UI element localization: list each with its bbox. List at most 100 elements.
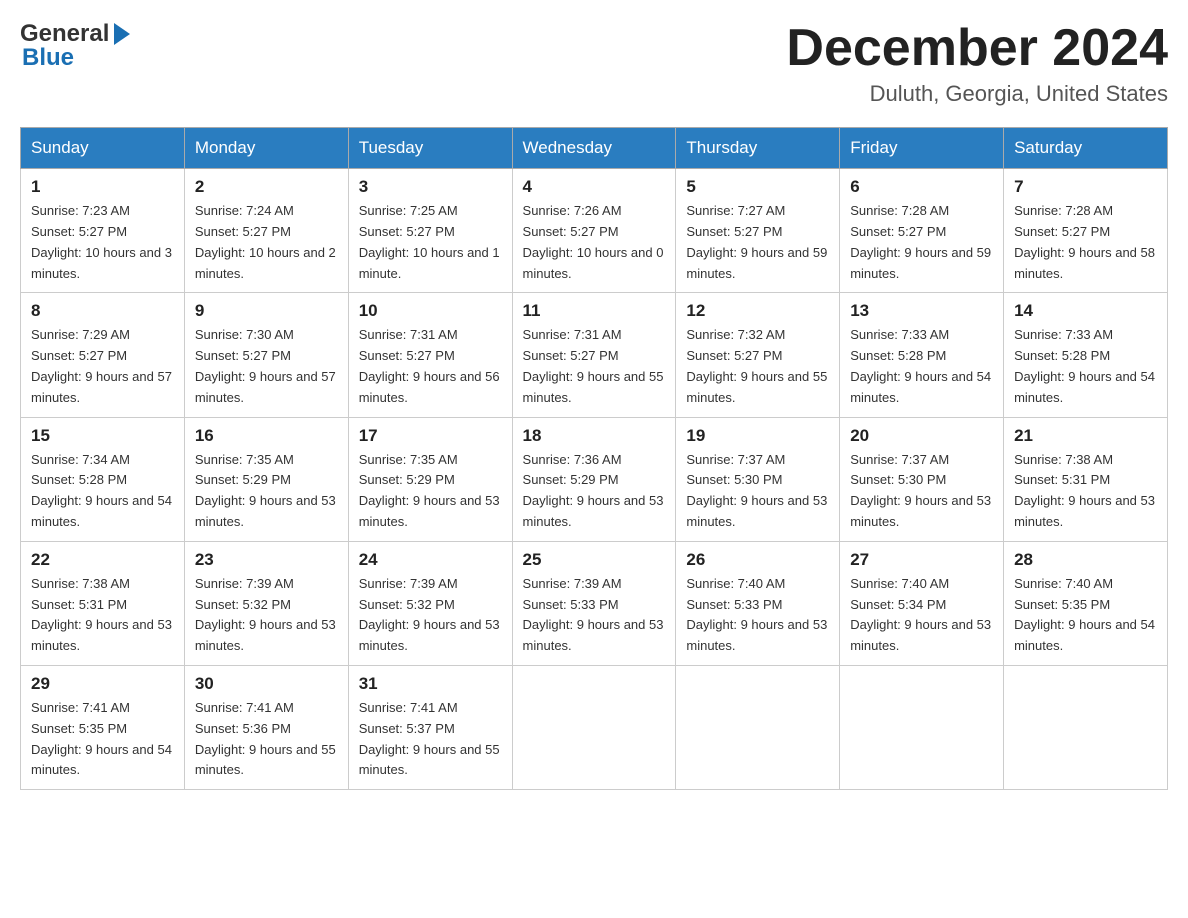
logo-triangle-icon: [114, 23, 130, 45]
day-info: Sunrise: 7:34 AMSunset: 5:28 PMDaylight:…: [31, 450, 174, 533]
day-number: 6: [850, 177, 993, 197]
week-row-5: 29 Sunrise: 7:41 AMSunset: 5:35 PMDayligh…: [21, 665, 1168, 789]
calendar-cell: 8 Sunrise: 7:29 AMSunset: 5:27 PMDaylight…: [21, 293, 185, 417]
calendar-cell: 7Sunrise: 7:28 AMSunset: 5:27 PMDaylight…: [1004, 169, 1168, 293]
day-number: 13: [850, 301, 993, 321]
day-info: Sunrise: 7:39 AMSunset: 5:32 PMDaylight:…: [195, 574, 338, 657]
day-info: Sunrise: 7:33 AMSunset: 5:28 PMDaylight:…: [850, 325, 993, 408]
calendar-cell: 19 Sunrise: 7:37 AMSunset: 5:30 PMDayligh…: [676, 417, 840, 541]
calendar-cell: 10Sunrise: 7:31 AMSunset: 5:27 PMDayligh…: [348, 293, 512, 417]
calendar-cell: 11 Sunrise: 7:31 AMSunset: 5:27 PMDayligh…: [512, 293, 676, 417]
day-number: 17: [359, 426, 502, 446]
calendar-cell: 23 Sunrise: 7:39 AMSunset: 5:32 PMDayligh…: [184, 541, 348, 665]
week-row-4: 22Sunrise: 7:38 AMSunset: 5:31 PMDayligh…: [21, 541, 1168, 665]
day-info: Sunrise: 7:23 AMSunset: 5:27 PMDaylight:…: [31, 201, 174, 284]
calendar-cell: [1004, 665, 1168, 789]
calendar-cell: 6Sunrise: 7:28 AMSunset: 5:27 PMDaylight…: [840, 169, 1004, 293]
calendar-cell: 15 Sunrise: 7:34 AMSunset: 5:28 PMDayligh…: [21, 417, 185, 541]
day-number: 10: [359, 301, 502, 321]
calendar-cell: 18 Sunrise: 7:36 AMSunset: 5:29 PMDayligh…: [512, 417, 676, 541]
day-info: Sunrise: 7:25 AMSunset: 5:27 PMDaylight:…: [359, 201, 502, 284]
calendar-cell: 5 Sunrise: 7:27 AMSunset: 5:27 PMDaylight…: [676, 169, 840, 293]
day-number: 12: [686, 301, 829, 321]
weekday-header-friday: Friday: [840, 128, 1004, 169]
calendar-cell: 1 Sunrise: 7:23 AMSunset: 5:27 PMDaylight…: [21, 169, 185, 293]
day-number: 1: [31, 177, 174, 197]
weekday-header-tuesday: Tuesday: [348, 128, 512, 169]
day-info: Sunrise: 7:36 AMSunset: 5:29 PMDaylight:…: [523, 450, 666, 533]
calendar-cell: 22Sunrise: 7:38 AMSunset: 5:31 PMDayligh…: [21, 541, 185, 665]
day-number: 11: [523, 301, 666, 321]
calendar-cell: 28Sunrise: 7:40 AMSunset: 5:35 PMDayligh…: [1004, 541, 1168, 665]
day-number: 29: [31, 674, 174, 694]
title-section: December 2024 Duluth, Georgia, United St…: [786, 20, 1168, 107]
weekday-header-monday: Monday: [184, 128, 348, 169]
day-info: Sunrise: 7:33 AMSunset: 5:28 PMDaylight:…: [1014, 325, 1157, 408]
calendar-cell: 20Sunrise: 7:37 AMSunset: 5:30 PMDayligh…: [840, 417, 1004, 541]
day-number: 28: [1014, 550, 1157, 570]
location-text: Duluth, Georgia, United States: [786, 81, 1168, 107]
day-number: 23: [195, 550, 338, 570]
day-info: Sunrise: 7:41 AMSunset: 5:37 PMDaylight:…: [359, 698, 502, 781]
calendar-cell: 9 Sunrise: 7:30 AMSunset: 5:27 PMDaylight…: [184, 293, 348, 417]
calendar-cell: 25Sunrise: 7:39 AMSunset: 5:33 PMDayligh…: [512, 541, 676, 665]
weekday-header-row: SundayMondayTuesdayWednesdayThursdayFrid…: [21, 128, 1168, 169]
day-number: 21: [1014, 426, 1157, 446]
day-info: Sunrise: 7:31 AMSunset: 5:27 PMDaylight:…: [523, 325, 666, 408]
day-info: Sunrise: 7:27 AMSunset: 5:27 PMDaylight:…: [686, 201, 829, 284]
month-title: December 2024: [786, 20, 1168, 77]
weekday-header-thursday: Thursday: [676, 128, 840, 169]
calendar-cell: 13 Sunrise: 7:33 AMSunset: 5:28 PMDayligh…: [840, 293, 1004, 417]
weekday-header-saturday: Saturday: [1004, 128, 1168, 169]
weekday-header-wednesday: Wednesday: [512, 128, 676, 169]
calendar-cell: 31 Sunrise: 7:41 AMSunset: 5:37 PMDayligh…: [348, 665, 512, 789]
day-info: Sunrise: 7:26 AMSunset: 5:27 PMDaylight:…: [523, 201, 666, 284]
day-info: Sunrise: 7:37 AMSunset: 5:30 PMDaylight:…: [850, 450, 993, 533]
day-info: Sunrise: 7:40 AMSunset: 5:34 PMDaylight:…: [850, 574, 993, 657]
day-number: 25: [523, 550, 666, 570]
day-info: Sunrise: 7:41 AMSunset: 5:36 PMDaylight:…: [195, 698, 338, 781]
day-info: Sunrise: 7:24 AMSunset: 5:27 PMDaylight:…: [195, 201, 338, 284]
week-row-2: 8 Sunrise: 7:29 AMSunset: 5:27 PMDaylight…: [21, 293, 1168, 417]
calendar-cell: 17Sunrise: 7:35 AMSunset: 5:29 PMDayligh…: [348, 417, 512, 541]
calendar-cell: [676, 665, 840, 789]
calendar-cell: 16Sunrise: 7:35 AMSunset: 5:29 PMDayligh…: [184, 417, 348, 541]
day-info: Sunrise: 7:39 AMSunset: 5:32 PMDaylight:…: [359, 574, 502, 657]
day-number: 22: [31, 550, 174, 570]
day-number: 3: [359, 177, 502, 197]
calendar-cell: [512, 665, 676, 789]
calendar-cell: 3 Sunrise: 7:25 AMSunset: 5:27 PMDaylight…: [348, 169, 512, 293]
calendar-cell: 26 Sunrise: 7:40 AMSunset: 5:33 PMDayligh…: [676, 541, 840, 665]
calendar-cell: 4Sunrise: 7:26 AMSunset: 5:27 PMDaylight…: [512, 169, 676, 293]
day-number: 16: [195, 426, 338, 446]
day-info: Sunrise: 7:37 AMSunset: 5:30 PMDaylight:…: [686, 450, 829, 533]
calendar-cell: 27 Sunrise: 7:40 AMSunset: 5:34 PMDayligh…: [840, 541, 1004, 665]
day-number: 5: [686, 177, 829, 197]
week-row-1: 1 Sunrise: 7:23 AMSunset: 5:27 PMDaylight…: [21, 169, 1168, 293]
day-number: 18: [523, 426, 666, 446]
day-number: 9: [195, 301, 338, 321]
day-number: 15: [31, 426, 174, 446]
day-number: 26: [686, 550, 829, 570]
day-info: Sunrise: 7:40 AMSunset: 5:33 PMDaylight:…: [686, 574, 829, 657]
day-number: 27: [850, 550, 993, 570]
day-number: 14: [1014, 301, 1157, 321]
calendar-cell: 30Sunrise: 7:41 AMSunset: 5:36 PMDayligh…: [184, 665, 348, 789]
day-number: 7: [1014, 177, 1157, 197]
day-number: 31: [359, 674, 502, 694]
logo-blue-text: Blue: [20, 44, 130, 72]
calendar-table: SundayMondayTuesdayWednesdayThursdayFrid…: [20, 127, 1168, 790]
calendar-cell: [840, 665, 1004, 789]
day-info: Sunrise: 7:32 AMSunset: 5:27 PMDaylight:…: [686, 325, 829, 408]
day-number: 24: [359, 550, 502, 570]
day-info: Sunrise: 7:38 AMSunset: 5:31 PMDaylight:…: [1014, 450, 1157, 533]
day-number: 8: [31, 301, 174, 321]
weekday-header-sunday: Sunday: [21, 128, 185, 169]
page-header: General Blue December 2024 Duluth, Georg…: [20, 20, 1168, 107]
day-number: 19: [686, 426, 829, 446]
day-info: Sunrise: 7:41 AMSunset: 5:35 PMDaylight:…: [31, 698, 174, 781]
day-info: Sunrise: 7:29 AMSunset: 5:27 PMDaylight:…: [31, 325, 174, 408]
calendar-cell: 12 Sunrise: 7:32 AMSunset: 5:27 PMDayligh…: [676, 293, 840, 417]
day-number: 2: [195, 177, 338, 197]
day-info: Sunrise: 7:30 AMSunset: 5:27 PMDaylight:…: [195, 325, 338, 408]
